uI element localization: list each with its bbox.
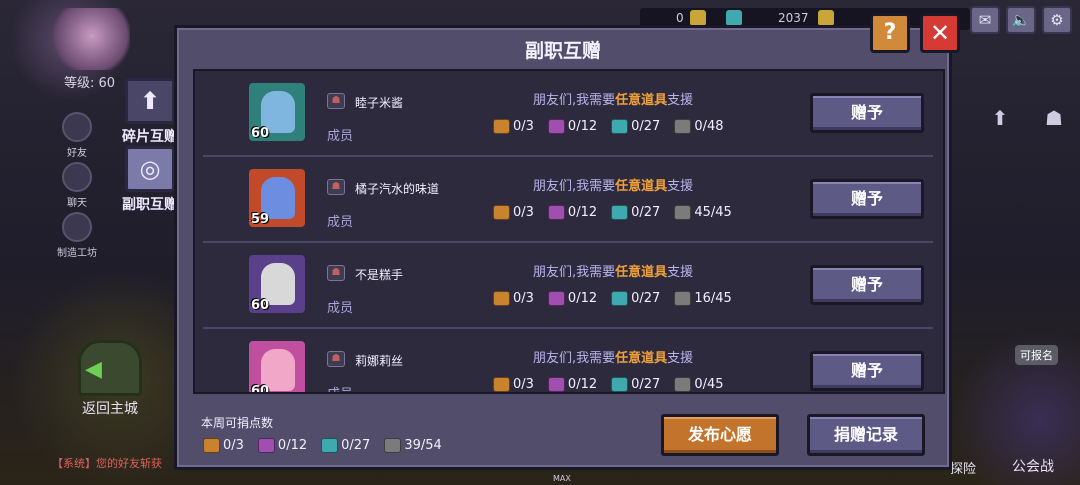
player-avatar[interactable] [52, 8, 130, 70]
class-icon: ☗ [327, 265, 345, 281]
player-role: 成员 [327, 129, 354, 144]
weekly-donation-points: 0/3 0/12 0/27 39/54 [203, 438, 442, 453]
request-text: 朋友们,我需要任意道具支援 [533, 265, 694, 280]
player-name: 莉娜莉丝 [355, 354, 404, 368]
resource-value: 2037 [778, 11, 809, 25]
player-portrait[interactable]: 59 [249, 169, 305, 227]
gem-counts: 0/3 0/12 0/27 16/45 [493, 291, 732, 306]
player-portrait[interactable]: 60 [249, 83, 305, 141]
purple-chest-icon [257, 438, 275, 453]
class-icon: ☗ [327, 351, 345, 367]
teal-chest-icon [611, 291, 629, 306]
give-button[interactable]: 赠予 [810, 265, 924, 305]
subjob-exchange-dialog: 副职互赠 60 ☗ 睦子米酱 成员 朋友们,我需要任意道具支援 0/3 0/12… [174, 25, 952, 470]
gray-chest-icon [674, 377, 692, 392]
bronze-chest-icon [493, 205, 510, 220]
coin-icon [690, 10, 706, 26]
gray-chest-icon [674, 205, 692, 220]
request-text: 朋友们,我需要任意道具支援 [533, 93, 694, 108]
bronze-chest-icon [203, 438, 220, 453]
tab-fragment-exchange[interactable]: ⬆ 碎片互赠 [118, 78, 182, 146]
gem-counts: 0/3 0/12 0/27 0/48 [493, 119, 724, 134]
teal-chest-icon [321, 438, 339, 453]
gear-icon[interactable]: ⚙ [1042, 6, 1072, 34]
list-item: 59 ☗ 橘子汽水的味道 成员 朋友们,我需要任意道具支援 0/3 0/12 0… [203, 157, 933, 243]
player-portrait[interactable]: 60 [249, 255, 305, 313]
upload-icon[interactable]: ⬆ [982, 106, 1018, 140]
bronze-chest-icon [493, 119, 510, 134]
door-icon [78, 340, 142, 396]
gem-icon [726, 10, 742, 26]
gray-chest-icon [674, 291, 692, 306]
help-button[interactable]: ? [870, 13, 910, 53]
purple-chest-icon [547, 377, 565, 392]
mail-icon[interactable]: ✉ [970, 6, 1000, 34]
back-home-button[interactable]: 返回主城 [60, 340, 160, 418]
donation-record-button[interactable]: 捐赠记录 [807, 414, 925, 456]
character-icon[interactable]: ☗ [1036, 106, 1072, 140]
publish-wish-button[interactable]: 发布心愿 [661, 414, 779, 456]
purple-chest-icon [547, 291, 565, 306]
list-item: 60 ☗ 睦子米酱 成员 朋友们,我需要任意道具支援 0/3 0/12 0/27… [203, 71, 933, 157]
player-name: 橘子汽水的味道 [355, 182, 440, 196]
close-button[interactable]: ✕ [920, 13, 960, 53]
give-button[interactable]: 赠予 [810, 93, 924, 133]
weekly-donation-label: 本周可捐点数 [201, 416, 274, 430]
gray-chest-icon [674, 119, 692, 134]
bronze-chest-icon [493, 377, 510, 392]
signup-tag: 可报名 [1015, 345, 1058, 365]
request-text: 朋友们,我需要任意道具支援 [533, 179, 694, 194]
friends-icon [62, 112, 92, 142]
give-button[interactable]: 赠予 [810, 351, 924, 391]
gem-counts: 0/3 0/12 0/27 45/45 [493, 205, 732, 220]
give-button[interactable]: 赠予 [810, 179, 924, 219]
list-item: 60 ☗ 不是糕手 成员 朋友们,我需要任意道具支援 0/3 0/12 0/27… [203, 243, 933, 329]
guild-war-button[interactable]: 公会战 [1012, 456, 1054, 476]
dialog-title: 副职互赠 [524, 40, 601, 62]
request-text: 朋友们,我需要任意道具支援 [533, 351, 694, 366]
workshop-button[interactable]: 制造工坊 [55, 212, 99, 259]
teal-chest-icon [611, 377, 629, 392]
chat-icon [62, 162, 92, 192]
teal-chest-icon [611, 205, 629, 220]
class-icon: ☗ [327, 179, 345, 195]
bronze-chest-icon [493, 291, 510, 306]
player-level: 等级: 60 [64, 76, 116, 91]
class-icon: ☗ [327, 93, 345, 109]
player-name: 不是糕手 [355, 268, 404, 282]
tab-subjob-exchange[interactable]: ◎ 副职互赠 [118, 146, 182, 214]
request-list[interactable]: 60 ☗ 睦子米酱 成员 朋友们,我需要任意道具支援 0/3 0/12 0/27… [193, 69, 945, 394]
explore-button[interactable]: 探险 [950, 458, 976, 477]
chat-button[interactable]: 聊天 [55, 162, 99, 209]
gray-chest-icon [384, 438, 402, 453]
player-name: 睦子米酱 [355, 96, 404, 110]
gem-counts: 0/3 0/12 0/27 0/45 [493, 377, 724, 392]
purple-chest-icon [547, 119, 565, 134]
player-portrait[interactable]: 60 [249, 341, 305, 392]
list-item: 60 ☗ 莉娜莉丝 成员 朋友们,我需要任意道具支援 0/3 0/12 0/27… [203, 329, 933, 392]
system-message: 【系统】您的好友斩获 [52, 457, 162, 470]
subjob-icon: ◎ [125, 146, 175, 192]
player-role: 成员 [327, 215, 354, 230]
max-label: MAX [553, 474, 571, 483]
purple-chest-icon [547, 205, 565, 220]
resource-value: 0 [676, 11, 684, 25]
coin-icon [818, 10, 834, 26]
player-role: 成员 [327, 301, 354, 316]
fragment-icon: ⬆ [125, 78, 175, 124]
player-role: 成员 [327, 383, 353, 392]
teal-chest-icon [611, 119, 629, 134]
speaker-icon[interactable]: 🔈 [1006, 6, 1036, 34]
friends-button[interactable]: 好友 [55, 112, 99, 159]
workshop-icon [62, 212, 92, 242]
